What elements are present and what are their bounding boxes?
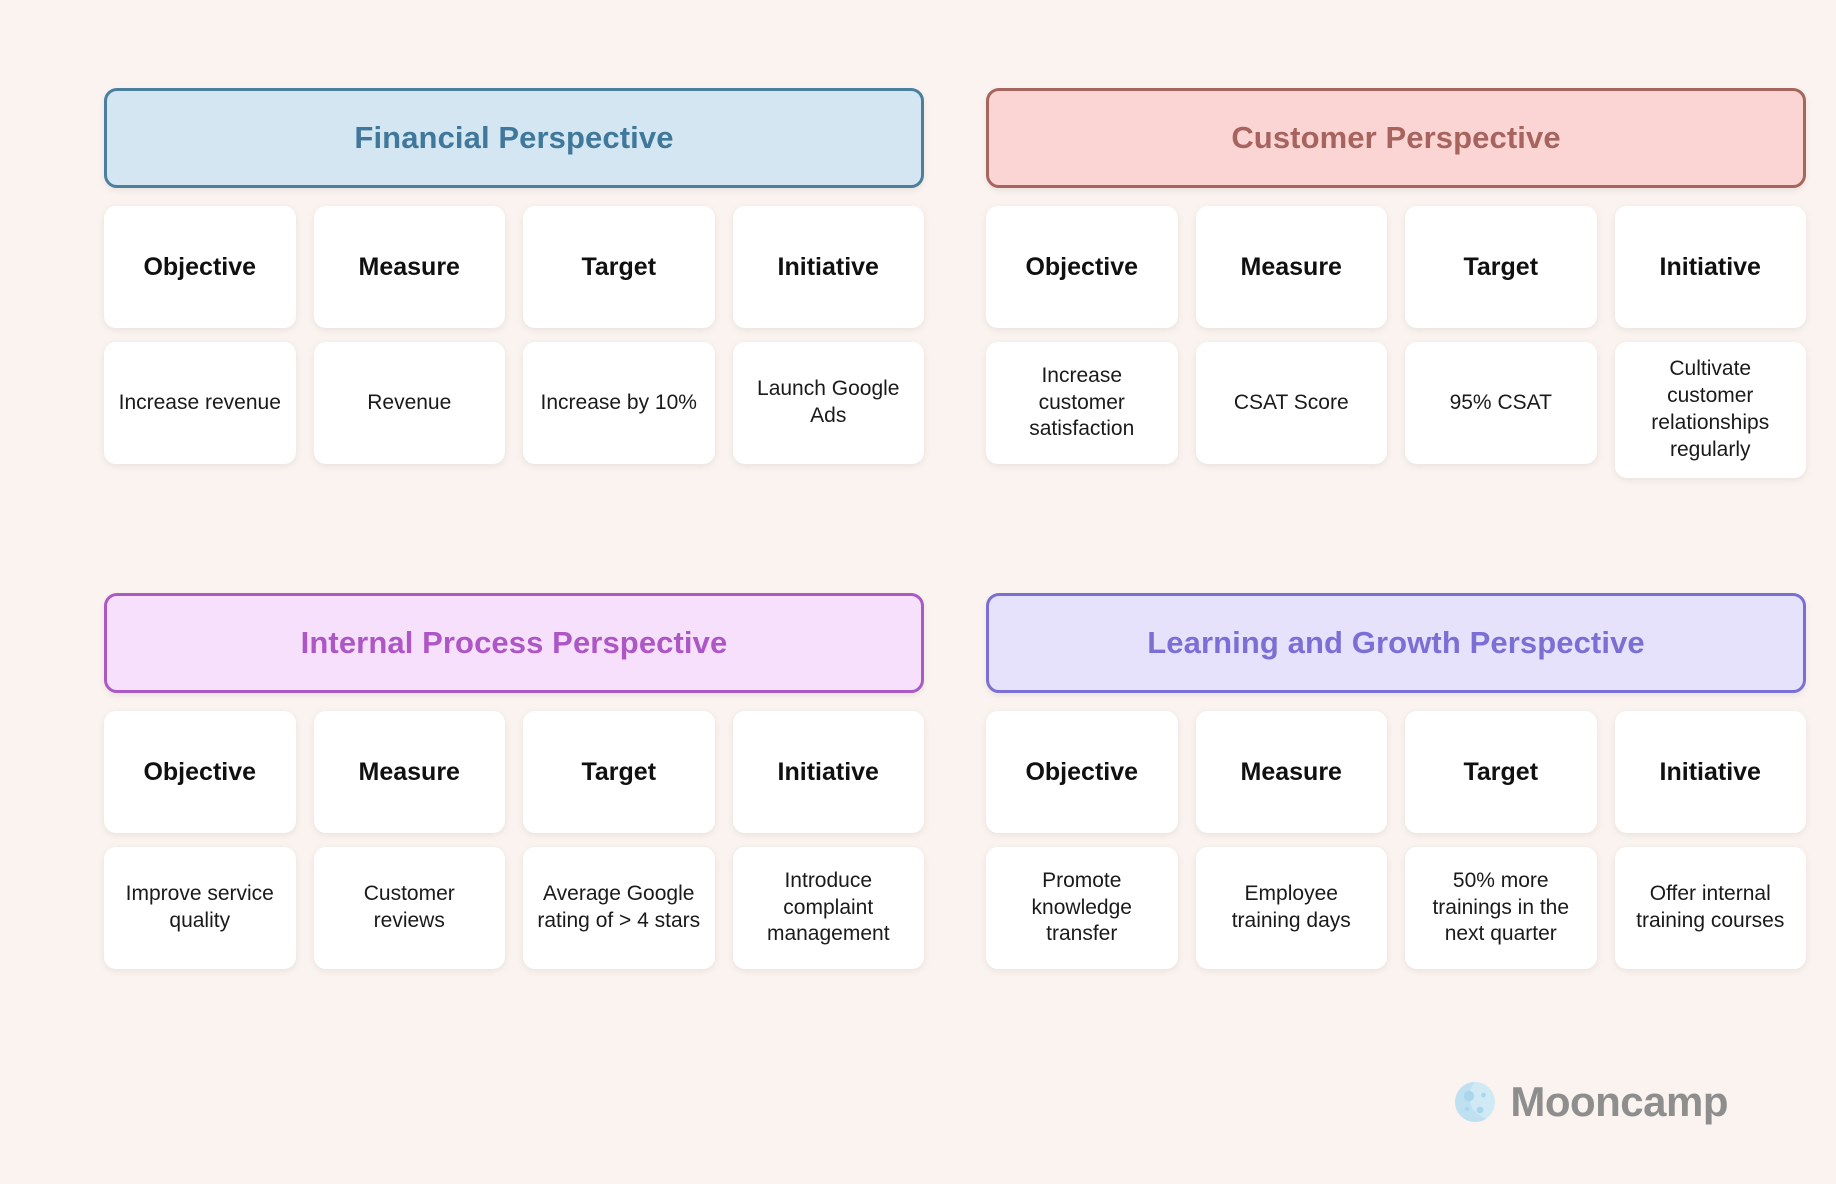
column-header-target: Target xyxy=(523,206,715,328)
column-header-measure: Measure xyxy=(1195,711,1387,833)
column-headers-learning-growth: Objective Measure Target Initiative xyxy=(986,711,1806,833)
value-card-objective: Improve service quality xyxy=(104,847,296,969)
column-header-objective: Objective xyxy=(104,711,296,833)
quadrant-internal-process: Internal Process Perspective Objective M… xyxy=(104,593,924,1013)
value-card-target: 95% CSAT xyxy=(1405,342,1597,464)
value-card-initiative: Cultivate customer relationships regular… xyxy=(1614,342,1806,478)
column-header-target: Target xyxy=(1405,711,1597,833)
values-row-internal-process: Improve service quality Customer reviews… xyxy=(104,847,924,969)
brand-logo: Mooncamp xyxy=(1454,1078,1728,1126)
value-card-objective: Promote knowledge transfer xyxy=(986,847,1178,969)
value-card-measure: Employee training days xyxy=(1195,847,1387,969)
value-card-target: Increase by 10% xyxy=(523,342,715,464)
balanced-scorecard: Financial Perspective Objective Measure … xyxy=(0,0,1836,1184)
perspective-header-learning-growth: Learning and Growth Perspective xyxy=(986,593,1806,693)
perspective-header-internal-process: Internal Process Perspective xyxy=(104,593,924,693)
value-card-measure: CSAT Score xyxy=(1195,342,1387,464)
quadrant-learning-growth: Learning and Growth Perspective Objectiv… xyxy=(986,593,1806,1013)
value-card-objective: Increase customer satisfaction xyxy=(986,342,1178,464)
quadrant-customer: Customer Perspective Objective Measure T… xyxy=(986,88,1806,508)
value-card-target: Average Google rating of > 4 stars xyxy=(523,847,715,969)
column-headers-financial: Objective Measure Target Initiative xyxy=(104,206,924,328)
values-row-financial: Increase revenue Revenue Increase by 10%… xyxy=(104,342,924,464)
value-card-measure: Revenue xyxy=(313,342,505,464)
value-card-initiative: Launch Google Ads xyxy=(732,342,924,464)
value-card-initiative: Offer internal training courses xyxy=(1614,847,1806,969)
perspective-header-customer: Customer Perspective xyxy=(986,88,1806,188)
column-header-objective: Objective xyxy=(104,206,296,328)
column-header-initiative: Initiative xyxy=(1614,206,1806,328)
column-header-measure: Measure xyxy=(313,206,505,328)
column-header-initiative: Initiative xyxy=(732,206,924,328)
column-header-objective: Objective xyxy=(986,206,1178,328)
column-header-initiative: Initiative xyxy=(732,711,924,833)
quadrant-financial: Financial Perspective Objective Measure … xyxy=(104,88,924,508)
column-header-initiative: Initiative xyxy=(1614,711,1806,833)
column-header-measure: Measure xyxy=(1195,206,1387,328)
column-header-target: Target xyxy=(523,711,715,833)
values-row-learning-growth: Promote knowledge transfer Employee trai… xyxy=(986,847,1806,969)
perspective-header-financial: Financial Perspective xyxy=(104,88,924,188)
value-card-objective: Increase revenue xyxy=(104,342,296,464)
value-card-target: 50% more trainings in the next quarter xyxy=(1405,847,1597,969)
values-row-customer: Increase customer satisfaction CSAT Scor… xyxy=(986,342,1806,478)
column-header-target: Target xyxy=(1405,206,1597,328)
brand-name: Mooncamp xyxy=(1510,1078,1728,1125)
value-card-initiative: Introduce complaint management xyxy=(732,847,924,969)
column-header-objective: Objective xyxy=(986,711,1178,833)
moon-icon xyxy=(1454,1081,1496,1123)
column-headers-internal-process: Objective Measure Target Initiative xyxy=(104,711,924,833)
value-card-measure: Customer reviews xyxy=(313,847,505,969)
column-headers-customer: Objective Measure Target Initiative xyxy=(986,206,1806,328)
column-header-measure: Measure xyxy=(313,711,505,833)
